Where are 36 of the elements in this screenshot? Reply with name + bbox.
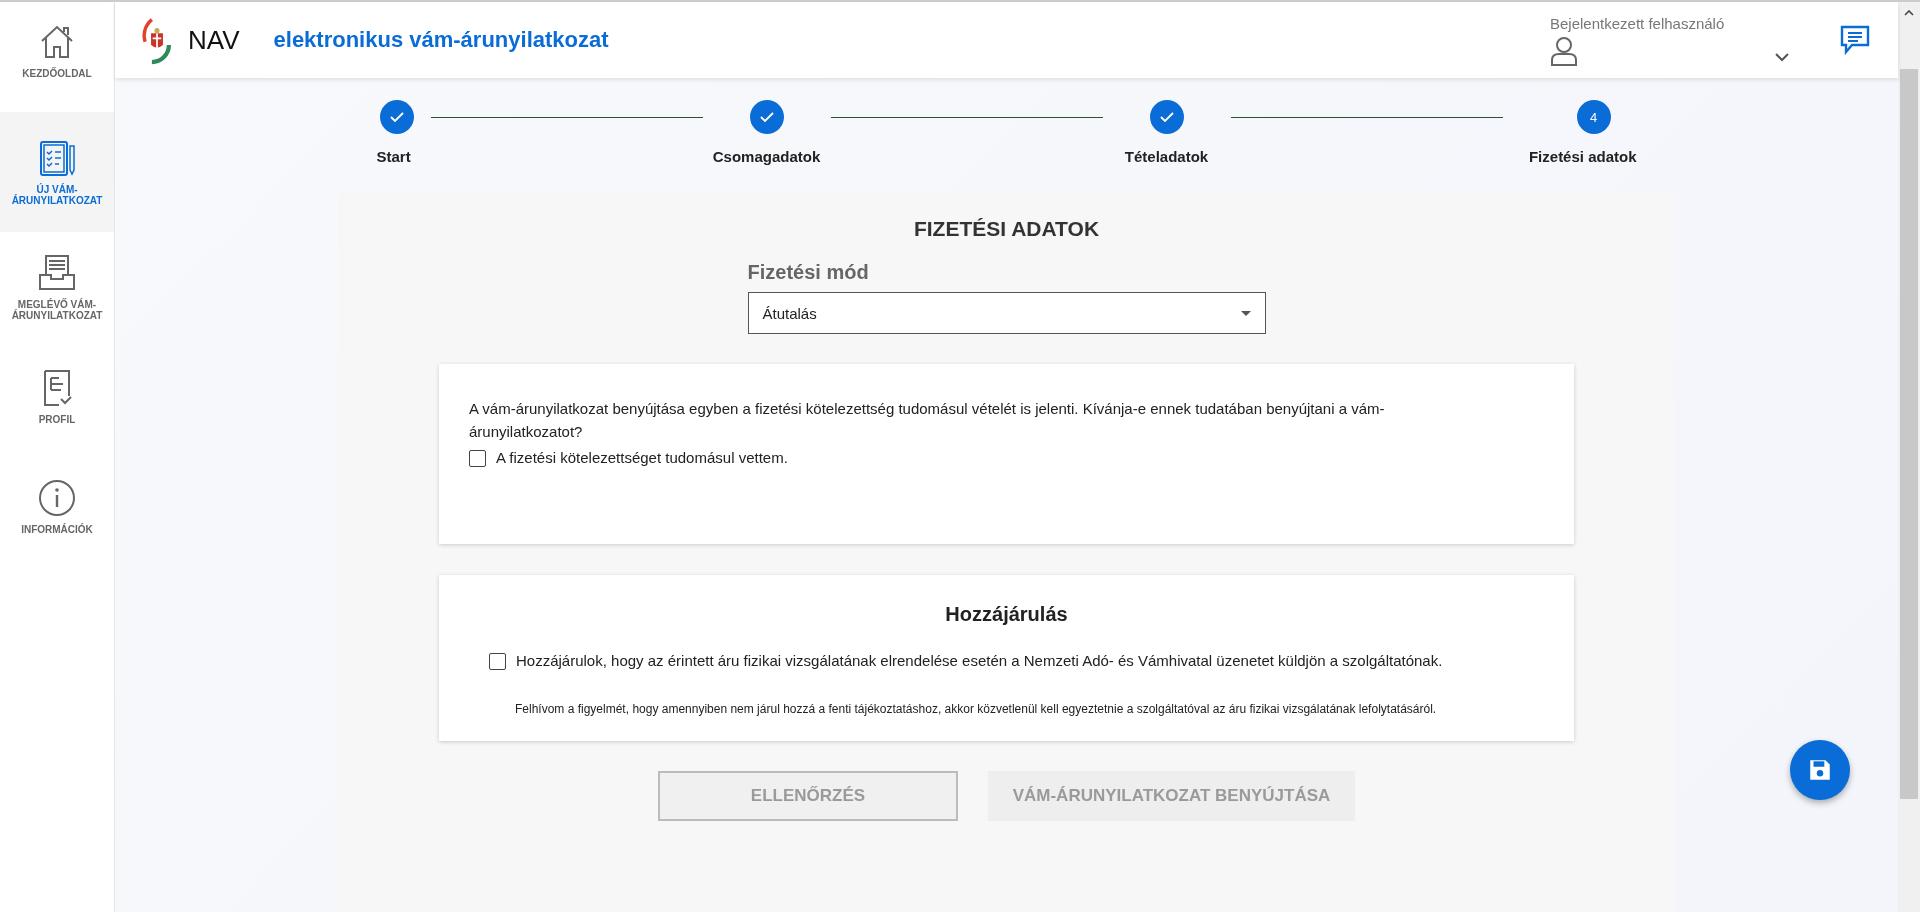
step-label: Tételadatok (1124, 148, 1209, 165)
sidebar-item[interactable]: PROFIL (0, 342, 114, 452)
step-label: Start (376, 148, 411, 165)
step-indicator: 4 (1576, 100, 1611, 134)
checkbox[interactable] (469, 450, 486, 467)
checkmark-icon (389, 112, 404, 122)
step-label: Fizetési adatok (1528, 148, 1637, 165)
checkmark-icon (759, 112, 774, 122)
step-label: Csomagadatok (712, 148, 821, 165)
info-icon (37, 478, 77, 519)
sidebar-item[interactable]: INFORMÁCIÓK (0, 452, 114, 562)
app-title: elektronikus vám-árunyilatkozat (273, 27, 609, 53)
chevron-down-icon[interactable] (1774, 51, 1790, 62)
caret-icon (1240, 310, 1251, 316)
card-title: Hozzájárulás (945, 603, 1068, 626)
user-icon (1550, 35, 1578, 66)
checkmark-icon (1159, 112, 1174, 122)
chat-message-icon[interactable] (1840, 25, 1870, 55)
sidebar-item[interactable]: MEGLÉVŐ VÁM-ÁRUNYILATKOZAT (0, 232, 114, 342)
inbox-tray-icon (37, 252, 77, 293)
field-label: Fizetési mód (747, 261, 870, 284)
save-button[interactable] (1790, 740, 1850, 800)
scrollbar-thumb[interactable] (1900, 69, 1918, 799)
notice-text: Felhívom a figyelmét, hogy amennyiben nem járul hozzá a fenti tájékoztatáshoz, akkor közvetlenül kell egyeztetnie a szolgáltatóval az áru fizikai vizsgálatának lefolytatásáról. (515, 701, 1438, 718)
sidebar-item[interactable]: KEZDŐOLDAL (0, 22, 114, 102)
checkbox-label: A fizetési kötelezettséget tudomásul vettem. (496, 449, 788, 466)
payment-method-dropdown[interactable]: Átutalás (747, 292, 1266, 334)
scroll-up-icon[interactable] (1904, 10, 1914, 16)
notice-text: A vám-árunyilatkozat benyújtása egyben a fizetési kötelezettség tudomásul vételét is jelenti. Kívánja-e ennek tudatában benyújtani a vám-árunyilatkozatot? (469, 399, 1386, 442)
checkbox-label: Hozzájárulok, hogy az érintett áru fizikai vizsgálatának elrendelése esetén a Nemzeti Adó- és Vámhivatal üzenetet küldjön a szolgáltatónak. (516, 652, 1443, 669)
user-label: Bejelentkezett felhasználó (1550, 14, 1726, 32)
checkbox[interactable] (489, 653, 506, 670)
section-title: FIZETÉSI ADATOK (913, 217, 1100, 241)
scrollbar[interactable] (1898, 2, 1920, 912)
logo-text: NAV (188, 24, 240, 56)
sidebar-item[interactable]: ÚJ VÁM-ÁRUNYILATKOZAT (0, 112, 114, 232)
